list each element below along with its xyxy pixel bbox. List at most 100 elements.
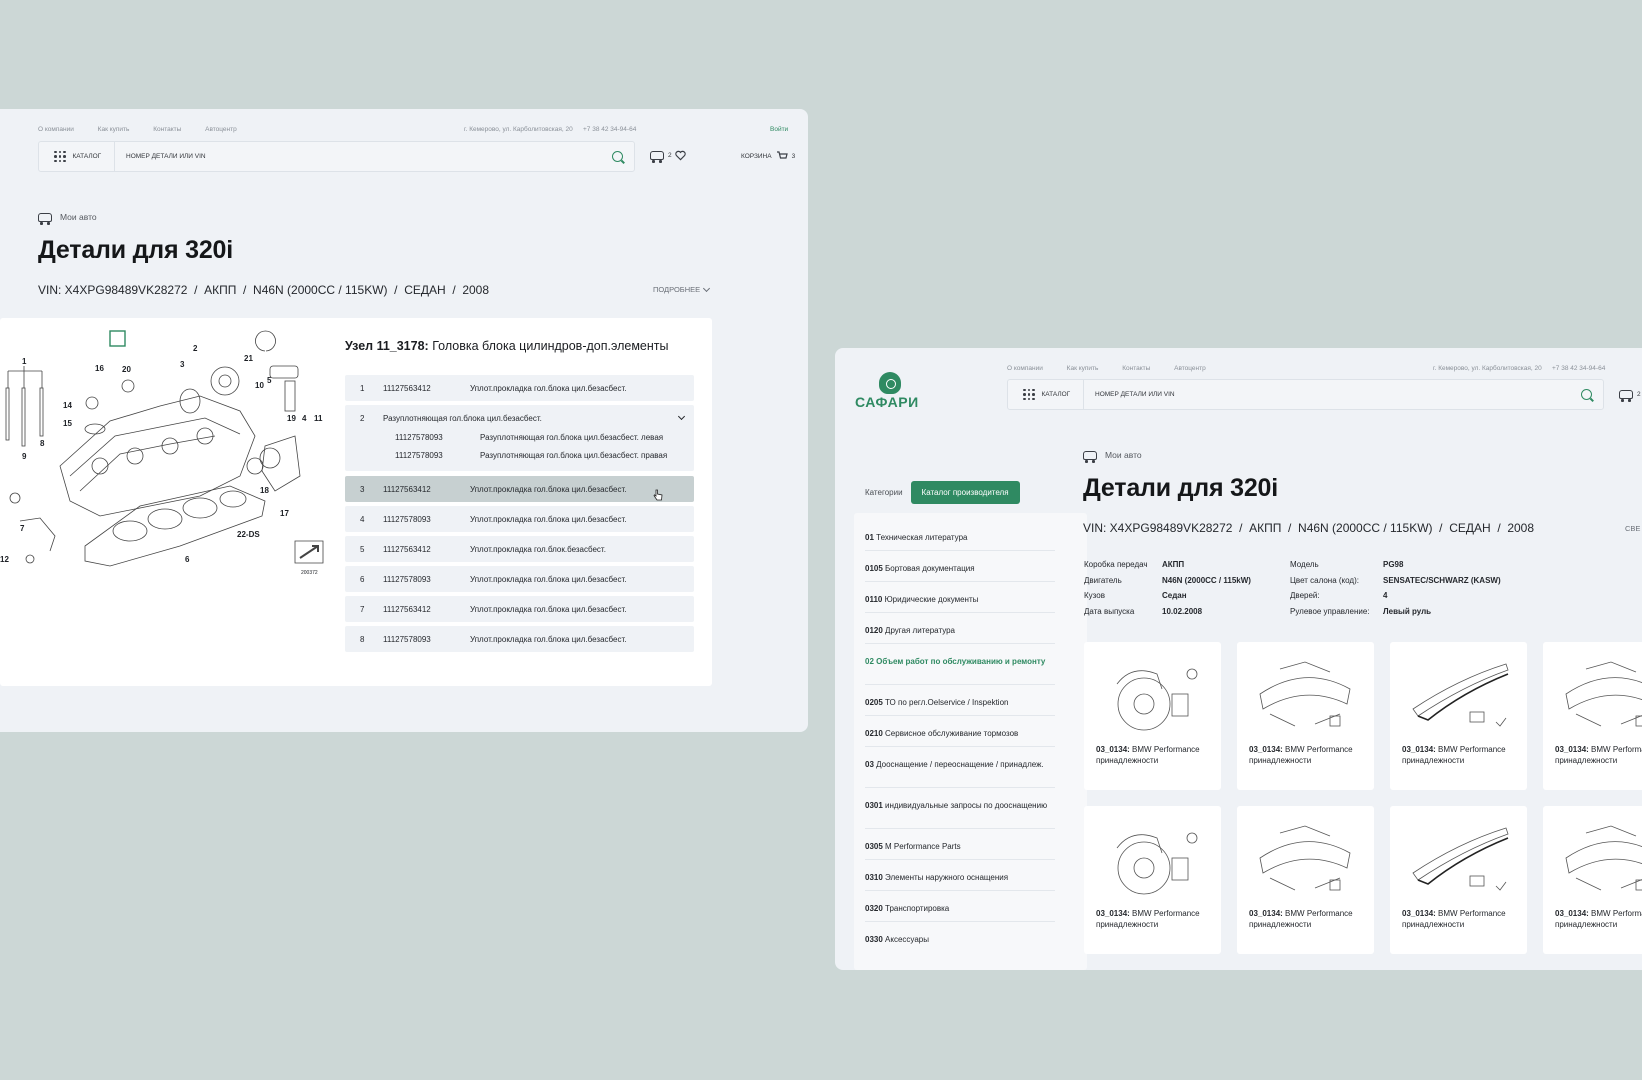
breadcrumb[interactable]: Мои авто (1083, 450, 1142, 463)
nav-contacts[interactable]: Контакты (153, 126, 181, 133)
nav-autocenter[interactable]: Автоцентр (205, 126, 237, 133)
tab-manufacturer-catalog[interactable]: Каталог производителя (910, 481, 1020, 504)
parts-row[interactable]: 8 11127578093 Уплот.прокладка гол.блока … (345, 626, 694, 652)
breadcrumb[interactable]: Мои авто (38, 212, 97, 225)
parts-group-card[interactable]: 03_0134: BMW Performance принадлежности (1543, 642, 1642, 790)
nav-about[interactable]: О компании (38, 126, 74, 133)
category-item[interactable]: 0305 M Performance Parts (865, 841, 1055, 852)
category-item[interactable]: 0320 Транспортировка (865, 903, 1055, 914)
safari-logo[interactable]: САФАРИ (855, 372, 927, 412)
parts-group-card[interactable]: 03_0134: BMW Performance принадлежности (1237, 642, 1374, 790)
parts-row[interactable]: 5 11127563412 Уплот.прокладка гол.блок.б… (345, 536, 694, 562)
diagram-label: 17 (280, 509, 289, 518)
category-item[interactable]: 0105 Бортовая документация (865, 563, 1055, 574)
category-item[interactable]: 0310 Элементы наружного оснащения (865, 872, 1055, 883)
more-button[interactable]: ПОДРОБНЕЕ (653, 284, 711, 294)
address: г. Кемерово, ул. Карболитовская, 20 (464, 126, 573, 133)
spec-value: PG98 (1383, 560, 1404, 569)
diagram-label: 4 (302, 414, 307, 423)
divider (865, 828, 1055, 829)
category-item[interactable]: 0120 Другая литература (865, 625, 1055, 636)
category-item-active[interactable]: 02 Объем работ по обслуживанию и ремонту (865, 656, 1055, 667)
search-input[interactable]: НОМЕР ДЕТАЛИ ИЛИ VIN (1095, 391, 1175, 398)
divider (865, 921, 1055, 922)
spec-value: АКПП (1162, 560, 1185, 569)
parts-group-card[interactable]: 03_0134: BMW Performance принадлежности (1237, 806, 1374, 954)
row-num: 4 (360, 515, 365, 524)
diagram-label: 12 (0, 555, 9, 564)
diagram-label: 9 (22, 452, 27, 461)
login-link[interactable]: Войти (770, 126, 788, 133)
parts-group-card[interactable]: 03_0134: BMW Performance принадлежности (1084, 642, 1221, 790)
catalog-panel: САФАРИ О компании Как купить Контакты Ав… (835, 348, 1642, 970)
engine-diagram[interactable]: 1 2 3 21 16 20 5 10 14 15 8 19 4 11 9 18… (0, 326, 330, 581)
parts-row[interactable]: 7 11127563412 Уплот.прокладка гол.блока … (345, 596, 694, 622)
garage-button[interactable]: 2 (650, 151, 672, 163)
divider (865, 550, 1055, 551)
more-button[interactable]: СВЕ (1625, 524, 1640, 533)
catalog-button[interactable]: КАТАЛОГ (39, 142, 115, 171)
divider (865, 746, 1055, 747)
nav-about[interactable]: О компании (1007, 365, 1043, 372)
row-code: 11127563412 (383, 384, 431, 393)
parts-illustration (1565, 661, 1642, 727)
spec-label: Цвет салона (код): (1290, 576, 1359, 585)
parts-row[interactable]: 6 11127578093 Уплот.прокладка гол.блока … (345, 566, 694, 592)
parts-group-card[interactable]: 03_0134: BMW Performance принадлежности (1390, 642, 1527, 790)
parts-group-card[interactable]: 03_0134: BMW Performance принадлежности (1543, 806, 1642, 954)
spec-label: Коробка передач (1084, 560, 1148, 569)
parts-row[interactable]: 4 11127578093 Уплот.прокладка гол.блока … (345, 506, 694, 532)
tab-categories[interactable]: Категории (865, 488, 903, 497)
parts-group-card[interactable]: 03_0134: BMW Performance принадлежности (1390, 806, 1527, 954)
category-item[interactable]: 0210 Сервисное обслуживание тормозов (865, 728, 1055, 739)
divider (865, 581, 1055, 582)
category-item[interactable]: 0301 индивидуальные запросы по дооснащен… (865, 800, 1055, 811)
cart-count: 3 (791, 152, 796, 160)
assembly-node-id: Узел 11_3178: (345, 339, 429, 353)
search-icon[interactable] (612, 151, 623, 162)
sidebar-tabs: Категории Каталог производителя (865, 481, 1020, 504)
search-icon[interactable] (1581, 389, 1592, 400)
divider (865, 612, 1055, 613)
diagram-label: 8 (40, 439, 45, 448)
parts-row-expanded[interactable]: 2 Разуплотняющая гол.блока цил.безасбест… (345, 405, 694, 471)
nav-how-to-buy[interactable]: Как купить (1067, 365, 1099, 372)
category-item[interactable]: 03 Дооснащение / переоснащение / принадл… (865, 759, 1055, 770)
category-item[interactable]: 0205 ТО по регл.Oelservice / Inspektion (865, 697, 1055, 708)
parts-row[interactable]: 1 11127563412 Уплот.прокладка гол.блока … (345, 375, 694, 401)
nav-how-to-buy[interactable]: Как купить (98, 126, 130, 133)
parts-row-selected[interactable]: 3 11127563412 Уплот.прокладка гол.блока … (345, 476, 694, 502)
category-item[interactable]: 01 Техническая литература (865, 532, 1055, 543)
row-code: 11127578093 (383, 635, 431, 644)
row-desc: Уплот.прокладка гол.блок.безасбест. (470, 545, 606, 554)
subrow-desc[interactable]: Разуплотняющая гол.блока цил.безасбест. … (480, 433, 663, 442)
heart-icon[interactable] (675, 150, 686, 161)
nav-autocenter[interactable]: Автоцентр (1174, 365, 1206, 372)
chevron-down-icon[interactable] (677, 412, 686, 421)
page-title: Детали для 320i (1083, 474, 1278, 502)
catalog-button[interactable]: КАТАЛОГ (1008, 380, 1084, 409)
breadcrumb-my-cars: Мои авто (1105, 450, 1142, 460)
phone[interactable]: +7 38 42 34-94-64 (1552, 365, 1605, 372)
parts-group-caption: 03_0134: BMW Performance принадлежности (1249, 745, 1353, 765)
subrow-desc[interactable]: Разуплотняющая гол.блока цил.безасбест. … (480, 451, 667, 460)
parts-group-caption: 03_0134: BMW Performance принадлежности (1402, 745, 1506, 765)
logo-text: САФАРИ (855, 394, 919, 410)
garage-button[interactable]: 2 (1619, 390, 1641, 402)
cart-button[interactable]: КОРЗИНА 3 (741, 151, 795, 161)
nav-contacts[interactable]: Контакты (1122, 365, 1150, 372)
chevron-down-icon (703, 284, 711, 292)
parts-illustration (1116, 832, 1198, 895)
garage-count: 2 (1637, 391, 1641, 398)
phone[interactable]: +7 38 42 34-94-64 (583, 126, 636, 133)
grid-icon (54, 150, 66, 163)
assembly-card: 1 2 3 21 16 20 5 10 14 15 8 19 4 11 9 18… (0, 318, 712, 686)
search-input[interactable]: НОМЕР ДЕТАЛИ ИЛИ VIN (126, 153, 206, 160)
parts-group-card[interactable]: 03_0134: BMW Performance принадлежности (1084, 806, 1221, 954)
category-item[interactable]: 0330 Аксессуары (865, 934, 1055, 945)
diagram-label: 5 (267, 376, 272, 385)
row-code: 11127563412 (383, 605, 431, 614)
category-item[interactable]: 0110 Юридические документы (865, 594, 1055, 605)
spec-label: Двигатель (1084, 576, 1122, 585)
diagram-label: 19 (287, 414, 296, 423)
